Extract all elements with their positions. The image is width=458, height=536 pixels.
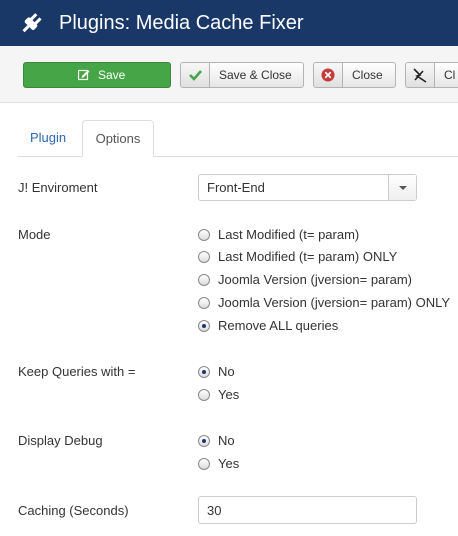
title-bar: Plugins: Media Cache Fixer (0, 0, 458, 46)
check-icon-box (181, 63, 210, 87)
chevron-down-icon (399, 186, 407, 190)
mode-label: Mode (18, 227, 51, 242)
radio-button[interactable] (198, 389, 210, 401)
radio-button[interactable] (198, 297, 210, 309)
check-icon (189, 70, 202, 81)
cancel-icon (321, 68, 335, 82)
radio-button[interactable] (198, 229, 210, 241)
radio-button[interactable] (198, 251, 210, 263)
close-button[interactable]: Close (313, 62, 396, 88)
save-button[interactable]: Save (23, 62, 171, 88)
radio-button-selected[interactable] (198, 320, 210, 332)
environment-label: J! Enviroment (18, 180, 98, 195)
tab-bar: Plugin Options (18, 120, 458, 157)
page-title: Plugins: Media Cache Fixer (59, 12, 304, 34)
caching-input[interactable] (198, 496, 417, 524)
save-close-label: Save & Close (219, 68, 292, 82)
caching-label: Caching (Seconds) (18, 503, 129, 518)
clear-cache-button[interactable]: Cl (405, 62, 458, 88)
radio-label: Last Modified (t= param) ONLY (218, 249, 398, 264)
save-button-label: Save (98, 68, 126, 82)
debug-label: Display Debug (18, 433, 103, 448)
close-label: Close (352, 68, 383, 82)
flash-icon-box (406, 63, 435, 87)
radio-label: Yes (218, 456, 240, 471)
flash-icon (413, 68, 427, 83)
radio-label: Joomla Version (jversion= param) (218, 272, 412, 287)
toolbar: Save Save & Close Close Cl (0, 46, 458, 103)
radio-button[interactable] (198, 458, 210, 470)
radio-button-selected[interactable] (198, 435, 210, 447)
radio-label: Joomla Version (jversion= param) ONLY (218, 295, 451, 310)
radio-label: No (218, 364, 235, 379)
radio-label: Last Modified (t= param) (218, 227, 360, 242)
edit-icon (78, 69, 90, 81)
radio-label: Remove ALL queries (218, 318, 339, 333)
radio-button-selected[interactable] (198, 366, 210, 378)
cancel-icon-box (314, 63, 343, 87)
keep-queries-label: Keep Queries with = (18, 364, 136, 379)
save-close-button[interactable]: Save & Close (180, 62, 304, 88)
tab-plugin[interactable]: Plugin (18, 120, 78, 156)
radio-label: Yes (218, 387, 240, 402)
clear-label: Cl (444, 68, 456, 82)
radio-label: No (218, 433, 235, 448)
radio-button[interactable] (198, 274, 210, 286)
environment-value: Front-End (207, 180, 265, 195)
plug-icon (22, 13, 42, 33)
tab-options[interactable]: Options (82, 120, 154, 157)
environment-select[interactable]: Front-End (198, 174, 417, 201)
dropdown-toggle[interactable] (388, 175, 416, 200)
